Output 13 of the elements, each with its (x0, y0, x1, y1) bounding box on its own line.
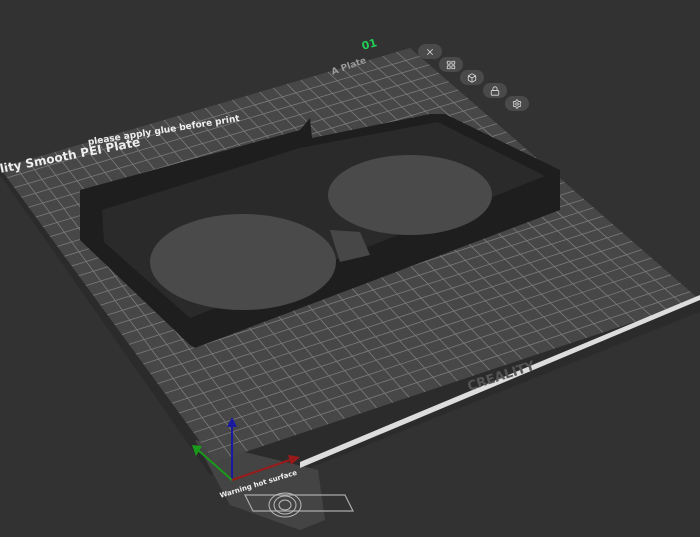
fingerprint-icon (268, 492, 302, 518)
arrange-button[interactable] (439, 57, 463, 72)
plate-name: A Plate (330, 56, 368, 78)
settings-icon (512, 98, 522, 108)
close-button[interactable] (418, 44, 442, 59)
grid-icon (446, 60, 456, 70)
plate-number: 01 (360, 36, 378, 53)
orient-button[interactable] (460, 70, 484, 85)
cube-icon (467, 72, 477, 82)
close-icon (425, 46, 435, 56)
lock-icon (490, 86, 500, 96)
settings-button[interactable] (505, 96, 529, 111)
lock-button[interactable] (483, 83, 507, 98)
